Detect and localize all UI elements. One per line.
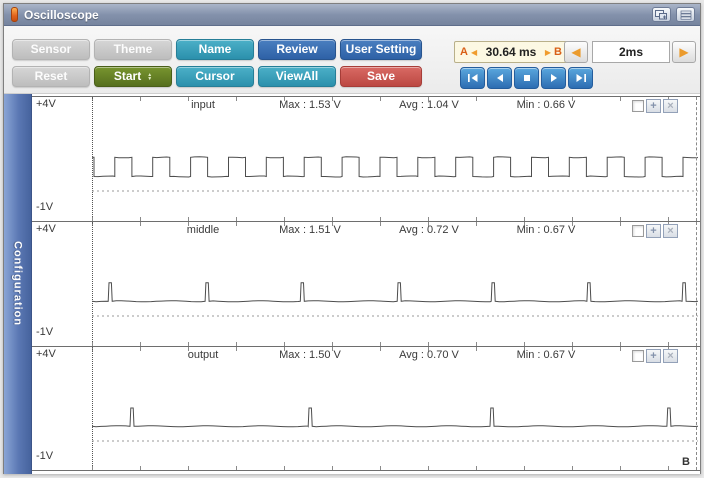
sensor-button[interactable]: Sensor (12, 39, 90, 60)
y-axis-top-label: +4V (36, 223, 56, 235)
marker-b-group: ▶ B (545, 46, 562, 58)
stop-icon (521, 73, 533, 83)
reset-button[interactable]: Reset (12, 66, 90, 87)
cursor-button[interactable]: Cursor (176, 66, 254, 87)
marker-b-arrow-icon: ▶ (545, 48, 551, 57)
user-setting-button[interactable]: User Setting (340, 39, 422, 60)
skip-end-icon (575, 73, 587, 83)
timebase-decrease-button[interactable]: ◀ (564, 41, 588, 63)
skip-to-end-button[interactable] (568, 67, 593, 89)
stop-button[interactable] (514, 67, 539, 89)
cursor-b-line[interactable] (696, 97, 697, 221)
start-button[interactable]: Start ▲ ▼ (94, 66, 172, 87)
window-title: Oscilloscope (24, 8, 99, 22)
channel-stack: +4V input Max : 1.53 V Avg : 1.04 V Min … (32, 94, 700, 474)
menu-glyph (680, 10, 692, 20)
review-button[interactable]: Review (258, 39, 336, 60)
waveform-plot-output (92, 347, 698, 471)
configuration-sidebar-tab[interactable]: Configuration (4, 94, 32, 474)
title-bar: Oscilloscope (4, 4, 700, 26)
marker-a-group: A ◀ (460, 46, 477, 58)
toolbar: Sensor Theme Name Review User Setting Re… (4, 26, 700, 94)
marker-a-arrow-icon: ◀ (471, 48, 477, 57)
play-icon (548, 73, 560, 83)
configuration-sidebar-label: Configuration (12, 241, 24, 326)
y-axis-bottom-label: -1V (36, 326, 53, 338)
waveform-plot-input (92, 97, 698, 221)
step-back-button[interactable] (487, 67, 512, 89)
save-button[interactable]: Save (340, 66, 422, 87)
theme-button[interactable]: Theme (94, 39, 172, 60)
app-logo-icon (11, 7, 18, 22)
ab-time-value: 30.64 ms (486, 45, 537, 59)
timebase-value[interactable]: 2ms (592, 41, 670, 63)
y-axis-top-label: +4V (36, 348, 56, 360)
y-axis-top-label: +4V (36, 98, 56, 110)
step-back-icon (494, 73, 506, 83)
y-axis-bottom-label: -1V (36, 201, 53, 213)
export-window-glyph (655, 10, 668, 20)
ab-time-display: A ◀ 30.64 ms ▶ B (454, 41, 568, 63)
menu-icon[interactable] (676, 7, 695, 22)
waveform-plot-middle (92, 222, 698, 346)
skip-start-icon (467, 73, 479, 83)
main-area: Configuration +4V input Max : 1.53 V Avg… (4, 94, 700, 474)
start-spinner-icon: ▲ ▼ (147, 73, 152, 81)
marker-b-label: B (554, 46, 562, 58)
start-button-label: Start (114, 67, 141, 86)
channel-panel-input: +4V input Max : 1.53 V Avg : 1.04 V Min … (32, 96, 700, 221)
marker-a-label: A (460, 46, 468, 58)
export-window-icon[interactable] (652, 7, 671, 22)
bottom-tick-marks (92, 466, 700, 470)
channel-panel-output: +4V output Max : 1.50 V Avg : 0.70 V Min… (32, 346, 700, 471)
skip-to-start-button[interactable] (460, 67, 485, 89)
name-button[interactable]: Name (176, 39, 254, 60)
spinner-down-icon: ▼ (147, 77, 152, 81)
oscilloscope-window: Oscilloscope Sensor Theme Name Review Us… (3, 3, 701, 474)
y-axis-bottom-label: -1V (36, 450, 53, 462)
play-button[interactable] (541, 67, 566, 89)
viewall-button[interactable]: ViewAll (258, 66, 336, 87)
channel-panel-middle: +4V middle Max : 1.51 V Avg : 0.72 V Min… (32, 221, 700, 346)
cursor-b-line[interactable] (696, 347, 697, 470)
playback-controls (460, 67, 593, 89)
cursor-b-line[interactable] (696, 222, 697, 346)
timebase-increase-button[interactable]: ▶ (672, 41, 696, 63)
